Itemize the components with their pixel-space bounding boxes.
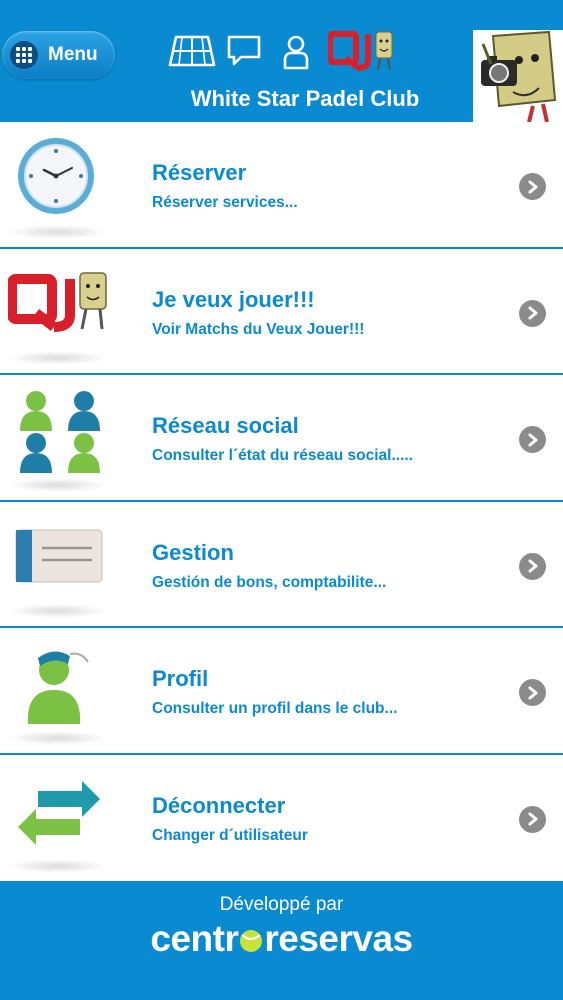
qj-logo-icon: [8, 271, 107, 332]
clock-icon: [18, 138, 94, 214]
list-item-profil[interactable]: Profil Consulter un profil dans le club.…: [0, 628, 563, 755]
list-item-reserver[interactable]: Réserver Réserver services...: [0, 122, 563, 249]
mascot-camera-icon: [473, 30, 563, 122]
item-subtitle: Changer d´utilisateur: [152, 826, 308, 844]
brand-left: centr: [150, 918, 239, 959]
item-title: Profil: [152, 666, 209, 691]
brand-logo[interactable]: centr reservas: [0, 918, 563, 960]
app-header: Menu White Star Padel Club: [0, 0, 563, 122]
brand-right: reservas: [264, 918, 413, 959]
footer: Développé par centr reservas: [0, 882, 563, 1000]
tennis-ball-icon: [240, 930, 263, 952]
list-item-reseau-social[interactable]: Réseau social Consulter l´état du réseau…: [0, 375, 563, 502]
item-subtitle: Réserver services...: [152, 194, 298, 211]
profile-person-icon: [27, 651, 89, 724]
item-title: Déconnecter: [152, 792, 286, 818]
grid-icon: [10, 41, 38, 69]
item-title: Réseau social: [152, 413, 299, 438]
item-title: Réserver: [152, 160, 247, 185]
chevron-right-icon[interactable]: [519, 552, 546, 580]
menu-list: Réserver Réserver services... Je veux jo…: [0, 122, 563, 881]
list-item-deconnecter[interactable]: Déconnecter Changer d´utilisateur: [0, 754, 563, 881]
avatar[interactable]: [473, 30, 563, 122]
chevron-right-icon[interactable]: [519, 679, 546, 706]
chevron-right-icon[interactable]: [519, 426, 546, 453]
chevron-right-icon[interactable]: [519, 173, 546, 200]
list-item-gestion[interactable]: Gestion Gestión de bons, comptabilite...: [0, 501, 563, 628]
list-item-je-veux-jouer[interactable]: Je veux jouer!!! Voir Matchs du Veux Jou…: [0, 248, 563, 375]
item-subtitle: Gestión de bons, comptabilite...: [152, 573, 387, 591]
court-icon[interactable]: [168, 34, 216, 68]
chat-icon[interactable]: [226, 34, 262, 68]
item-title: Je veux jouer!!!: [152, 286, 315, 312]
item-subtitle: Consulter un profil dans le club...: [152, 700, 398, 717]
switch-arrows-icon: [18, 780, 100, 845]
item-subtitle: Consulter l´état du réseau social.....: [152, 447, 413, 464]
item-title: Gestion: [152, 539, 234, 565]
card-icon: [15, 529, 103, 582]
qj-logo-icon[interactable]: [328, 30, 396, 76]
chevron-right-icon[interactable]: [519, 299, 546, 327]
developed-by-label: Développé par: [219, 894, 344, 915]
chevron-right-icon[interactable]: [519, 805, 546, 833]
people-group-icon: [20, 391, 100, 473]
menu-label: Menu: [48, 44, 98, 65]
item-subtitle: Voir Matchs du Veux Jouer!!!: [152, 320, 365, 338]
user-icon[interactable]: [282, 34, 310, 70]
club-title: White Star Padel Club: [190, 86, 420, 111]
menu-button[interactable]: Menu: [2, 31, 115, 79]
